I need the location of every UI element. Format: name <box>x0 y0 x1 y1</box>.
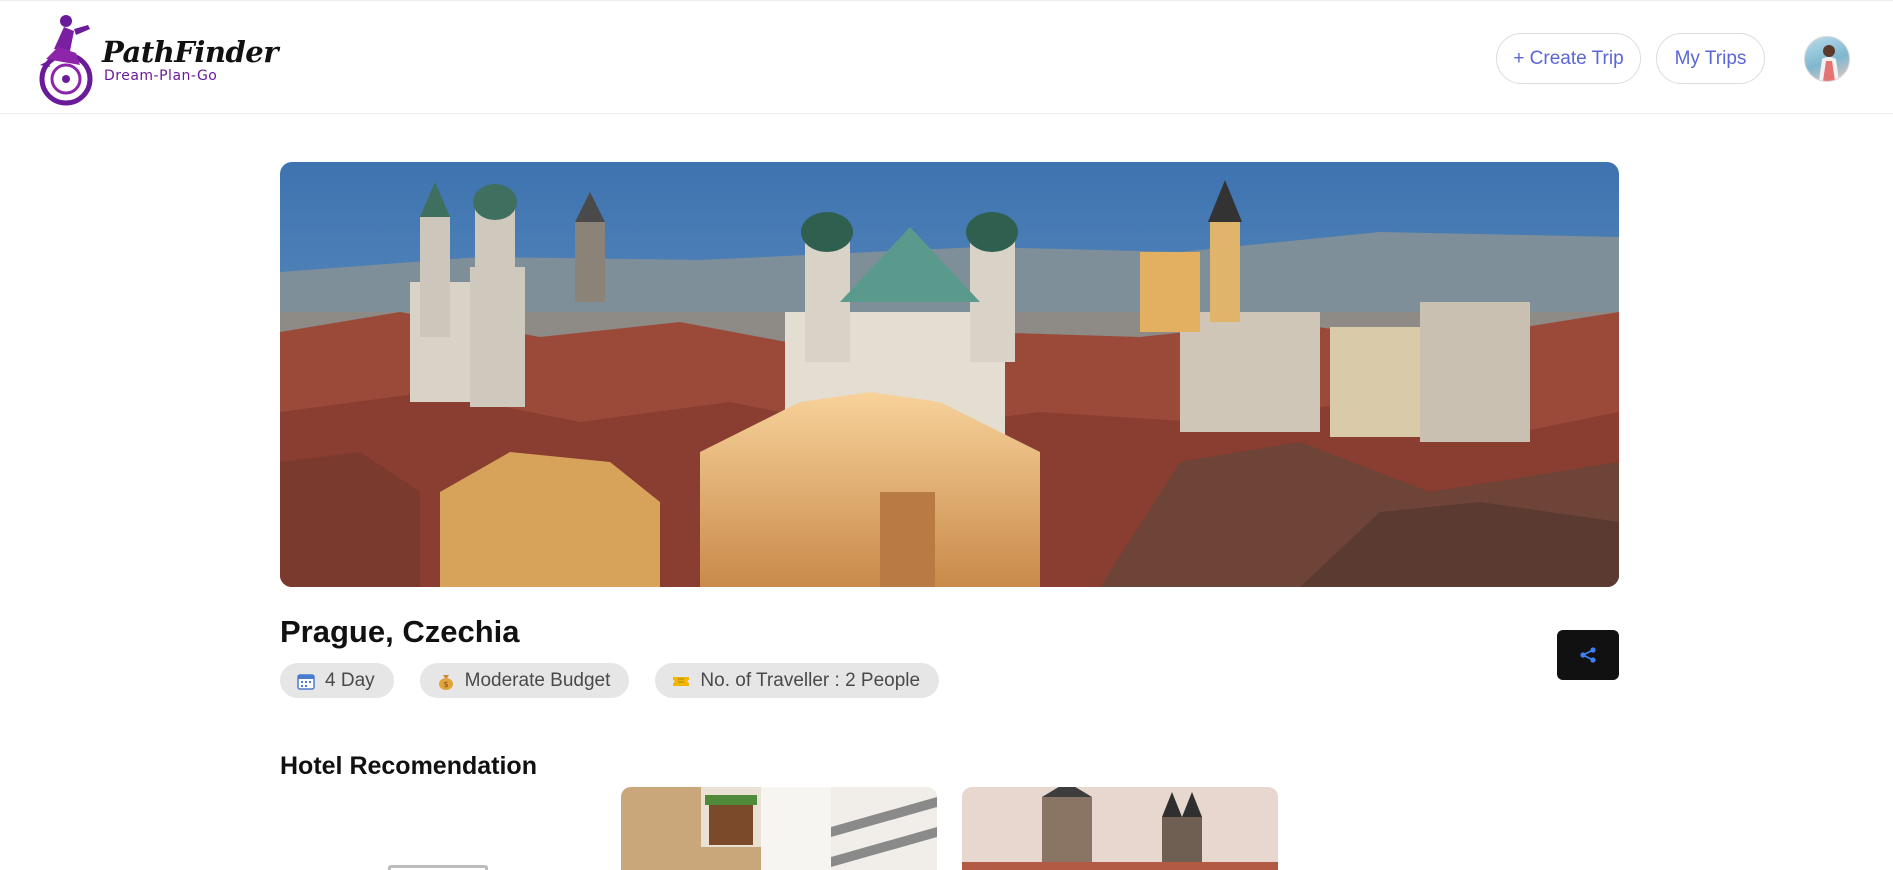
user-avatar[interactable] <box>1804 36 1850 82</box>
motorbike-logo-icon <box>39 15 93 106</box>
budget-label: Moderate Budget <box>464 669 611 691</box>
hotel-image-placeholder <box>388 865 488 870</box>
duration-chip: 4 Day <box>280 663 394 698</box>
hotel-image <box>962 787 1278 870</box>
logo-tagline: Dream-Plan-Go <box>104 68 218 84</box>
hotel-card[interactable] <box>962 787 1278 870</box>
top-navbar: PathFinder Dream-Plan-Go + Create Trip M… <box>0 0 1893 114</box>
logo[interactable]: PathFinder Dream-Plan-Go <box>36 9 279 109</box>
prague-cityscape-image <box>280 162 1619 587</box>
ticket-icon <box>673 676 690 686</box>
share-button[interactable] <box>1557 630 1619 680</box>
trip-info-chips: 4 Day $ Moderate Budget No. of Traveller… <box>280 663 940 698</box>
hotel-image <box>621 787 937 870</box>
duration-label: 4 Day <box>325 669 375 691</box>
svg-text:$: $ <box>443 680 448 689</box>
money-bag-icon: $ <box>438 674 453 690</box>
destination-hero-image <box>280 162 1619 587</box>
travellers-label: No. of Traveller : 2 People <box>700 669 921 691</box>
trip-location-title: Prague, Czechia <box>280 614 520 649</box>
travellers-chip: No. of Traveller : 2 People <box>655 663 940 698</box>
avatar-image <box>1819 45 1839 81</box>
budget-chip: $ Moderate Budget <box>419 663 630 698</box>
logo-title: PathFinder <box>102 35 279 69</box>
hotel-card[interactable] <box>621 787 937 870</box>
calendar-icon <box>297 673 315 690</box>
my-trips-button[interactable]: My Trips <box>1656 33 1765 84</box>
share-icon <box>1580 647 1596 663</box>
create-trip-button[interactable]: + Create Trip <box>1496 33 1641 84</box>
hotel-section-title: Hotel Recomendation <box>280 752 537 780</box>
